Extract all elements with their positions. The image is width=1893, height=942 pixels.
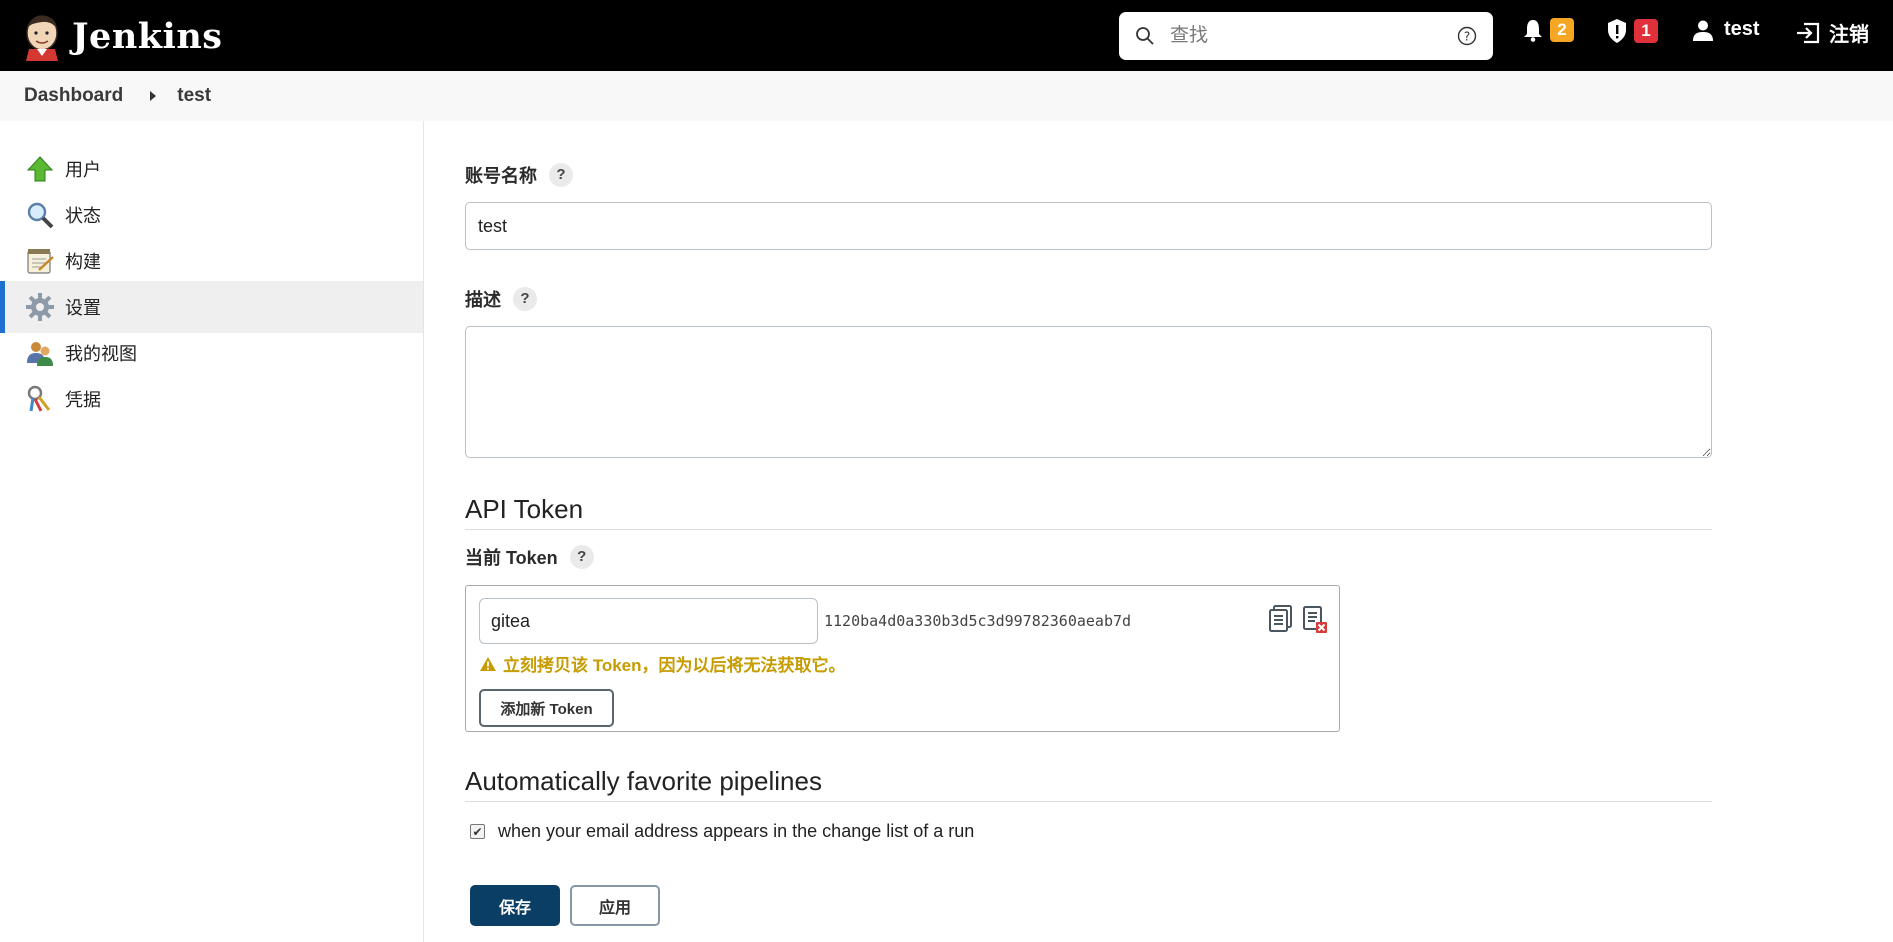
token-value: 1120ba4d0a330b3d5c3d99782360aeab7d bbox=[824, 612, 1132, 630]
brand-name: Jenkins bbox=[72, 15, 223, 57]
token-name-input[interactable] bbox=[479, 598, 818, 644]
save-button[interactable]: 保存 bbox=[470, 885, 560, 926]
token-warning: 立刻拷贝该 Token，因为以后将无法获取它。 bbox=[479, 651, 846, 676]
sidebar-item-status[interactable]: 状态 bbox=[0, 189, 423, 241]
notepad-icon bbox=[27, 249, 54, 274]
warning-icon bbox=[480, 656, 496, 671]
sidebar-item-build[interactable]: 构建 bbox=[0, 235, 423, 287]
brand[interactable]: Jenkins bbox=[22, 10, 222, 62]
apply-button[interactable]: 应用 bbox=[570, 885, 660, 926]
breadcrumb-chevron-icon[interactable] bbox=[149, 90, 157, 102]
security-badge: 1 bbox=[1634, 19, 1658, 43]
sidebar-item-label: 设置 bbox=[65, 298, 101, 318]
gear-icon bbox=[26, 293, 54, 321]
breadcrumb: Dashboard test bbox=[0, 71, 1893, 121]
sidebar-item-label: 用户 bbox=[65, 160, 101, 180]
description-help-icon[interactable]: ? bbox=[513, 287, 537, 311]
favorites-section-title: Automatically favorite pipelines bbox=[465, 766, 1712, 802]
users-icon bbox=[27, 342, 53, 366]
search-icon bbox=[1136, 27, 1154, 45]
account-name-label: 账号名称 ? bbox=[465, 162, 573, 188]
svg-text:?: ? bbox=[1464, 30, 1470, 44]
logout-button[interactable]: 注销 bbox=[1795, 18, 1869, 47]
account-name-input[interactable] bbox=[465, 202, 1712, 250]
sidebar-item-label: 我的视图 bbox=[65, 344, 137, 364]
magnifier-icon bbox=[27, 202, 54, 229]
breadcrumb-dashboard[interactable]: Dashboard bbox=[24, 85, 123, 107]
up-arrow-icon bbox=[26, 156, 54, 182]
logout-label: 注销 bbox=[1829, 24, 1869, 46]
description-textarea[interactable] bbox=[465, 326, 1712, 458]
sidebar-item-my-views[interactable]: 我的视图 bbox=[0, 327, 423, 379]
search-input[interactable] bbox=[1170, 25, 1440, 47]
sidebar-item-label: 凭据 bbox=[65, 390, 101, 410]
top-header: Jenkins ? 2 1 test bbox=[0, 0, 1893, 71]
user-button[interactable]: test bbox=[1692, 18, 1760, 41]
token-box: 1120ba4d0a330b3d5c3d99782360aeab7d 立刻拷贝该… bbox=[465, 585, 1340, 732]
notifications-button[interactable]: 2 bbox=[1522, 18, 1574, 42]
sidebar: 用户 状态 构建 设置 我的视图 凭据 bbox=[0, 121, 424, 942]
current-token-label-text: 当前 Token bbox=[465, 548, 558, 568]
revoke-icon[interactable] bbox=[1301, 604, 1329, 634]
description-label-text: 描述 bbox=[465, 290, 501, 310]
sidebar-item-settings[interactable]: 设置 bbox=[0, 281, 423, 333]
current-token-help-icon[interactable]: ? bbox=[569, 545, 594, 569]
keys-icon bbox=[27, 385, 51, 412]
sidebar-item-label: 构建 bbox=[65, 252, 101, 272]
account-name-label-text: 账号名称 bbox=[465, 166, 537, 186]
search-help-icon[interactable]: ? bbox=[1457, 26, 1477, 46]
logout-icon bbox=[1797, 22, 1820, 43]
description-label: 描述 ? bbox=[465, 286, 537, 312]
token-warning-text: 立刻拷贝该 Token，因为以后将无法获取它。 bbox=[503, 656, 846, 675]
favorite-checkbox-label[interactable]: when your email address appears in the c… bbox=[498, 821, 974, 842]
notifications-badge: 2 bbox=[1550, 18, 1574, 42]
sidebar-item-credentials[interactable]: 凭据 bbox=[0, 373, 423, 425]
favorite-checkbox[interactable]: ✔ bbox=[470, 824, 485, 839]
account-name-help-icon[interactable]: ? bbox=[549, 163, 573, 187]
add-token-button[interactable]: 添加新 Token bbox=[479, 689, 614, 727]
api-token-section-title: API Token bbox=[465, 494, 1712, 530]
search-box[interactable]: ? bbox=[1119, 12, 1493, 60]
sidebar-item-label: 状态 bbox=[65, 206, 101, 226]
breadcrumb-test[interactable]: test bbox=[177, 85, 211, 107]
sidebar-item-users[interactable]: 用户 bbox=[0, 143, 423, 195]
shield-icon bbox=[1608, 19, 1626, 43]
jenkins-logo-icon bbox=[26, 15, 58, 61]
bell-icon bbox=[1524, 20, 1542, 42]
user-name: test bbox=[1724, 18, 1760, 40]
user-icon bbox=[1693, 20, 1713, 41]
favorite-checkbox-row[interactable]: ✔ when your email address appears in the… bbox=[470, 821, 974, 842]
copy-icon[interactable] bbox=[1267, 604, 1295, 634]
current-token-label: 当前 Token ? bbox=[465, 544, 594, 570]
security-button[interactable]: 1 bbox=[1606, 18, 1658, 44]
